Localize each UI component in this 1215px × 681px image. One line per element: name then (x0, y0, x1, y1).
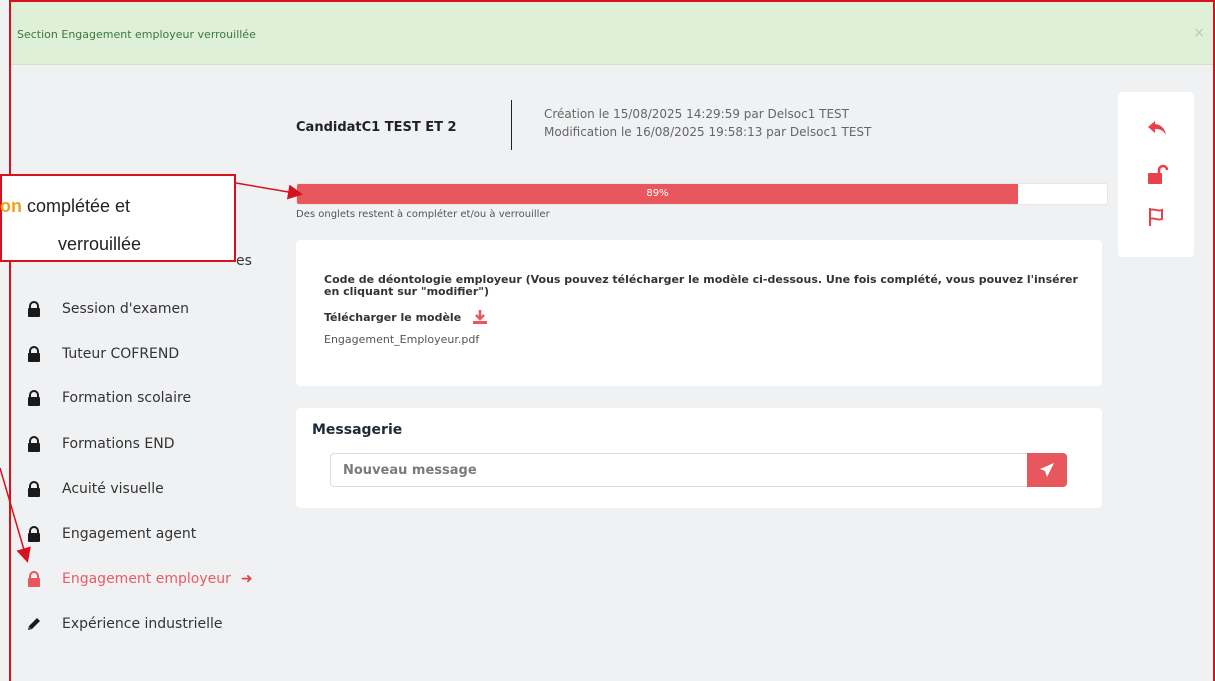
download-icon[interactable] (471, 309, 489, 325)
messaging-title: Messagerie (312, 422, 403, 438)
sidebar-item-label: Session d'examen (62, 301, 189, 317)
pencil-icon (26, 615, 42, 633)
sidebar-item-session-examen[interactable]: Session d'examen (26, 297, 189, 321)
callout-highlight: ion (0, 196, 22, 216)
sidebar-item-label: Engagement agent (62, 526, 197, 542)
callout-line-1-rest: complétée et (22, 196, 131, 216)
alert-text: Section Engagement employeur verrouillée (17, 28, 256, 41)
candidate-name: CandidatC1 TEST ET 2 (296, 120, 457, 135)
callout-line-2: verrouillée (58, 234, 142, 254)
alert-close-icon[interactable]: × (1193, 25, 1205, 41)
send-icon (1040, 463, 1054, 477)
lock-icon (26, 570, 42, 588)
lock-icon (26, 525, 42, 543)
sidebar-item-label: Acuité visuelle (62, 481, 164, 497)
lock-icon (26, 300, 42, 318)
progress-bar: 89% (296, 183, 1108, 205)
annotation-callout: ion complétée et verrouillée (0, 174, 236, 262)
sidebar-item-label: Expérience industrielle (62, 616, 223, 632)
lock-icon (26, 389, 42, 407)
document-title: Code de déontologie employeur (Vous pouv… (324, 273, 1078, 298)
sidebar-item-acuite-visuelle[interactable]: Acuité visuelle (26, 477, 164, 501)
annotation-callout-clip: ion complétée et verrouillée (0, 174, 236, 262)
document-card: Code de déontologie employeur (Vous pouv… (296, 240, 1102, 386)
progress-label: 89% (646, 188, 669, 199)
reply-button[interactable] (1146, 117, 1168, 139)
sidebar-item-label: Formations END (62, 436, 175, 452)
created-info: Création le 15/08/2025 14:29:59 par Dels… (544, 107, 849, 121)
flag-icon (1149, 208, 1163, 226)
message-input[interactable] (330, 453, 1027, 487)
lock-icon (26, 345, 42, 363)
reply-icon (1148, 121, 1166, 135)
progress-fill: 89% (297, 184, 1018, 204)
action-panel (1118, 92, 1194, 257)
send-button[interactable] (1027, 453, 1067, 487)
sidebar-item-engagement-employeur[interactable]: Engagement employeur ➜ (26, 567, 253, 591)
unlock-icon (1148, 164, 1169, 184)
download-label[interactable]: Télécharger le modèle (324, 311, 461, 324)
sidebar-item-label: Formation scolaire (62, 390, 192, 406)
modified-info: Modification le 16/08/2025 19:58:13 par … (544, 125, 872, 139)
arrow-right-icon: ➜ (240, 571, 253, 587)
document-file-name[interactable]: Engagement_Employeur.pdf (324, 333, 479, 346)
sidebar-item-experience-industrielle[interactable]: Expérience industrielle (26, 612, 222, 636)
header-meta: Création le 15/08/2025 14:29:59 par Dels… (544, 105, 871, 141)
flag-button[interactable] (1146, 206, 1168, 228)
download-row: Télécharger le modèle (324, 309, 489, 325)
sidebar-item-engagement-agent[interactable]: Engagement agent (26, 522, 196, 546)
messaging-card: Messagerie (296, 408, 1102, 508)
sidebar-item-label: Tuteur COFREND (62, 346, 180, 362)
sidebar-item-label-partial: es (236, 253, 252, 269)
success-alert: Section Engagement employeur verrouillée… (11, 2, 1213, 65)
lock-icon (26, 435, 42, 453)
unlock-button[interactable] (1146, 164, 1169, 186)
sidebar-item-formation-scolaire[interactable]: Formation scolaire (26, 386, 191, 410)
header-divider (511, 100, 512, 150)
lock-icon (26, 480, 42, 498)
progress-note: Des onglets restent à compléter et/ou à … (296, 209, 550, 220)
callout-line-1: ion complétée et (0, 196, 130, 217)
sidebar-item-formations-end[interactable]: Formations END (26, 432, 175, 456)
sidebar-item-label: Engagement employeur (62, 571, 231, 587)
sidebar-item-tuteur-cofrend[interactable]: Tuteur COFREND (26, 342, 179, 366)
